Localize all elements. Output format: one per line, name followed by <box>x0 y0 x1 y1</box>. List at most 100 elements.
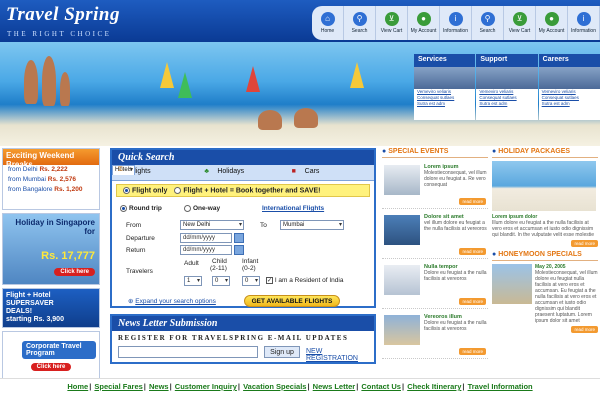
promo-link[interactable]: from Mumbai Rs. 2,576 <box>3 175 99 185</box>
quick-search-panel: Quick Search ✈Flights ⚿Hotels ♣Holidays … <box>110 148 376 308</box>
click-here-button[interactable]: Click here <box>54 268 95 276</box>
section-title: HONEYMOON SPECIALS <box>498 251 582 258</box>
footer-link-vacation-specials[interactable]: Vacation Specials <box>243 382 306 391</box>
corporate-promo[interactable]: Corporate Travel Program Click here <box>2 331 100 379</box>
return-date-input[interactable]: dd/mm/yyyy <box>180 245 232 255</box>
read-more-button[interactable]: read more <box>459 348 486 355</box>
event-text: vel illum dolore eu feugiat a the nulla … <box>424 220 487 232</box>
couple-image <box>258 110 282 130</box>
support-image <box>476 67 538 89</box>
event-item: Nulla tempor Dolore eu feugiat a the null… <box>382 261 488 309</box>
weekend-breaks-promo[interactable]: Exciting Weekend Breaks from Delhi Rs. 2… <box>2 148 100 210</box>
footer-link-home[interactable]: Home <box>67 382 88 391</box>
nav-label: Information <box>442 28 468 34</box>
sailboat-image <box>178 72 192 98</box>
careers-panel: Careers Vemeviro veliaris Consequat sutl… <box>538 54 600 120</box>
nav-label: My Account <box>410 28 437 34</box>
flight-hotel-radio[interactable] <box>174 187 182 194</box>
footer-link-news[interactable]: News <box>149 382 169 391</box>
footer-link-check-itinerary[interactable]: Check Itinerary <box>407 382 461 391</box>
family-image <box>42 56 56 106</box>
supersaver-promo[interactable]: Flight + Hotel SUPERSAVER DEALS! startin… <box>2 288 100 328</box>
calendar-icon[interactable] <box>234 233 244 243</box>
nav-view-cart[interactable]: ⊻ View Cart <box>376 6 408 40</box>
infant-select[interactable]: 0 <box>242 276 260 286</box>
resident-checkbox[interactable]: ✓ <box>266 277 273 284</box>
tab-hotels[interactable]: ⚿ Hotels <box>112 165 136 175</box>
adult-label: Adult <box>184 260 199 267</box>
tab-cars[interactable]: ■ Cars <box>287 165 374 180</box>
panel-title: Services <box>414 54 476 67</box>
panel-link[interactable]: Sutra est adm <box>476 101 537 107</box>
footer-link-contact-us[interactable]: Contact Us <box>361 382 401 391</box>
panel-link[interactable]: Sutra est adm <box>539 101 600 107</box>
booking-type-options: Flight only Flight + Hotel = Book togeth… <box>116 184 370 197</box>
promo-link[interactable]: from Bangalore Rs. 1,200 <box>3 185 99 195</box>
radio-label: Flight + Hotel = Book together and SAVE! <box>183 187 321 195</box>
palm-tree-icon: ♣ <box>204 168 209 175</box>
panel-link[interactable]: Sutra est adm <box>414 101 475 107</box>
search-icon: ⚲ <box>480 12 495 26</box>
new-registration-link[interactable]: NEW REGISTRATION <box>306 348 374 362</box>
top-nav: ⌂ Home ⚲ Search ⊻ View Cart ● My Account i In… <box>312 6 600 40</box>
event-item: Vereoros illum Dolore eu feugiat a the nu… <box>382 311 488 359</box>
read-more-button[interactable]: read more <box>459 248 486 255</box>
get-available-flights-button[interactable]: GET AVAILABLE FLIGHTS <box>244 295 340 307</box>
right-column: ● HOLIDAY PACKAGES Lorem ipsum dolor Illum… <box>492 148 598 333</box>
infant-range: (0-2) <box>242 265 256 272</box>
read-more-button[interactable]: read more <box>459 198 486 205</box>
departure-date-input[interactable]: dd/mm/yyyy <box>180 233 232 243</box>
nav-my-account-2[interactable]: ● My Account <box>536 6 568 40</box>
flight-only-radio[interactable] <box>123 187 130 194</box>
nav-information[interactable]: i Information <box>440 6 472 40</box>
event-image <box>384 215 420 245</box>
footer-links: Home| Special Fares| News| Customer Inqu… <box>0 378 600 400</box>
info-icon: i <box>576 12 591 26</box>
nav-label: View Cart <box>380 28 403 34</box>
signup-button[interactable]: Sign up <box>264 346 300 358</box>
promo-line: DEALS! <box>6 308 33 315</box>
adult-select[interactable]: 1 <box>184 276 202 286</box>
email-input[interactable] <box>118 346 258 358</box>
nav-search[interactable]: ⚲ Search <box>344 6 376 40</box>
promo-title: Holiday in Singapore for <box>15 218 95 236</box>
expand-search-link[interactable]: Expand your search options <box>135 298 216 305</box>
round-trip-radio[interactable] <box>120 205 127 212</box>
singapore-promo[interactable]: Holiday in Singapore for Rs. 17,777 Clic… <box>2 213 100 285</box>
promo-link[interactable]: from Delhi Rs. 2,222 <box>3 165 99 175</box>
site-header: Travel Spring THE RIGHT CHOICE ⌂ Home ⚲ Se… <box>0 0 600 42</box>
one-way-radio[interactable] <box>184 205 191 212</box>
promo-price: Rs. 1,200 <box>54 186 83 193</box>
to-select[interactable]: Mumbai <box>280 220 344 230</box>
footer-link-news-letter[interactable]: News Letter <box>313 382 356 391</box>
footer-link-special-fares[interactable]: Special Fares <box>94 382 142 391</box>
click-here-button[interactable]: Click here <box>30 363 72 371</box>
read-more-button[interactable]: read more <box>571 240 598 247</box>
read-more-button[interactable]: read more <box>459 298 486 305</box>
tab-holidays[interactable]: ♣ Holidays <box>199 165 286 180</box>
calendar-icon[interactable] <box>234 245 244 255</box>
read-more-button[interactable]: read more <box>571 326 598 333</box>
promo-title: Corporate Travel Program <box>22 341 96 359</box>
promo-price: Rs. 2,222 <box>39 166 68 173</box>
nav-view-cart-2[interactable]: ⊻ View Cart <box>504 6 536 40</box>
child-select[interactable]: 0 <box>212 276 230 286</box>
site-logo[interactable]: Travel Spring <box>6 4 120 26</box>
nav-my-account[interactable]: ● My Account <box>408 6 440 40</box>
account-icon: ● <box>544 12 559 26</box>
international-flights-link[interactable]: International Flights <box>262 205 324 212</box>
promo-price: Rs. 2,576 <box>47 176 76 183</box>
from-select[interactable]: New Delhi <box>180 220 244 230</box>
panel-title: News Letter Submission <box>112 316 374 331</box>
nav-search-2[interactable]: ⚲ Search <box>472 6 504 40</box>
special-events-section: ● SPECIAL EVENTS Lorem ipsum Molestieconse… <box>382 148 488 361</box>
promo-from: from Delhi <box>8 166 38 173</box>
footer-link-customer-inquiry[interactable]: Customer Inquiry <box>175 382 237 391</box>
infant-label: Infant <box>242 258 259 265</box>
return-label: Return <box>126 247 146 254</box>
services-image <box>414 67 476 89</box>
event-image <box>384 265 420 295</box>
nav-home[interactable]: ⌂ Home <box>312 6 344 40</box>
footer-link-travel-information[interactable]: Travel Information <box>468 382 533 391</box>
nav-information-2[interactable]: i Information <box>568 6 600 40</box>
